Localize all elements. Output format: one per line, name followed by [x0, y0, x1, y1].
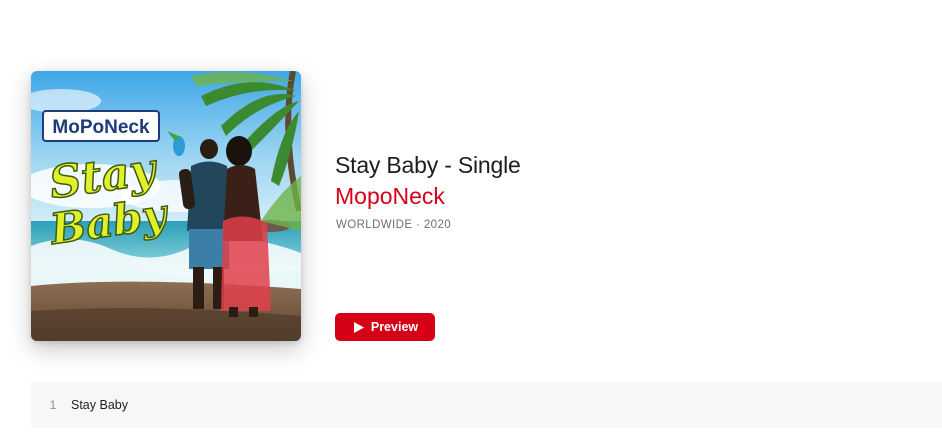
artwork-logo: MoPoNeck	[42, 110, 160, 142]
track-row[interactable]: 1 Stay Baby	[31, 382, 942, 428]
track-number: 1	[49, 398, 57, 412]
preview-button-label: Preview	[370, 320, 419, 334]
album-page: MoPoNeck Stay Baby Stay Baby - Single Mo…	[0, 0, 942, 436]
preview-button[interactable]: Preview	[335, 313, 435, 341]
play-icon	[353, 321, 364, 333]
artwork-image: MoPoNeck Stay Baby	[31, 71, 301, 341]
album-meta: WORLDWIDE · 2020	[336, 219, 452, 231]
artwork-logo-text: MoPoNeck	[52, 117, 150, 138]
album-artwork[interactable]: MoPoNeck Stay Baby	[31, 71, 301, 341]
artist-link[interactable]: MopoNeck	[335, 183, 445, 210]
track-title: Stay Baby	[71, 398, 128, 412]
album-title: Stay Baby - Single	[335, 152, 521, 178]
